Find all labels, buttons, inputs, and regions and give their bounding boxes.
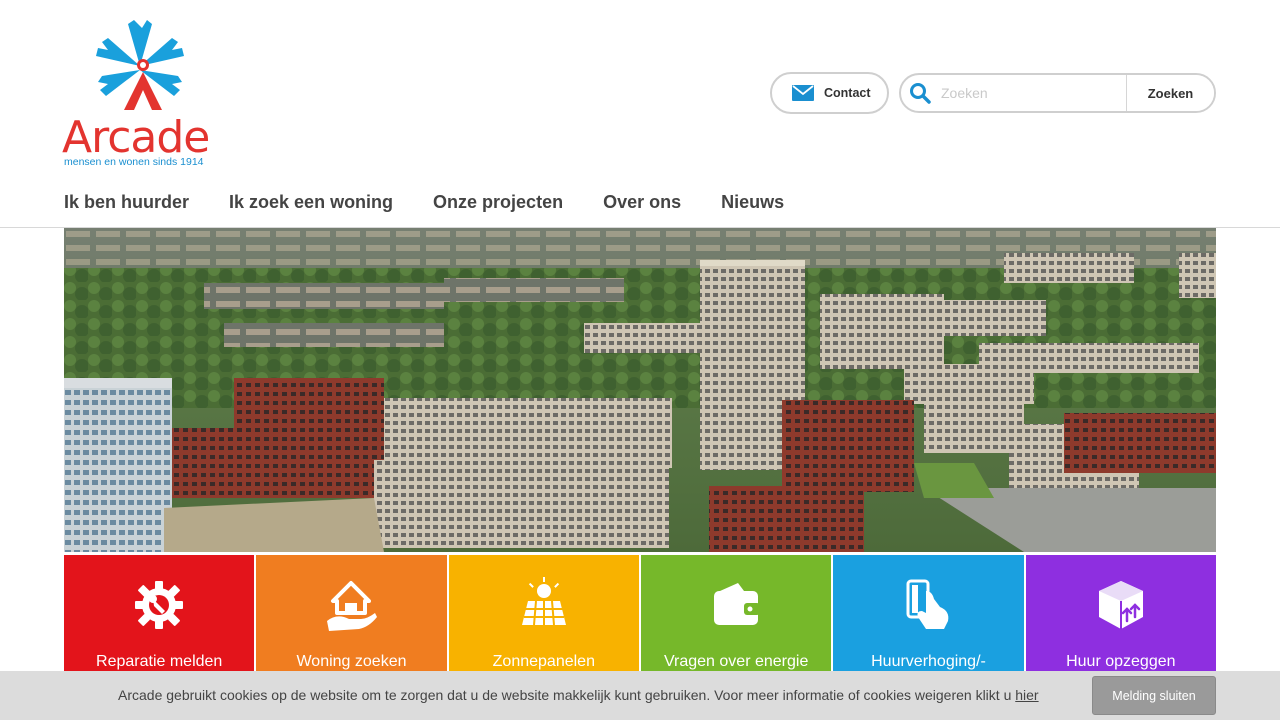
contact-label: Contact (824, 86, 871, 100)
tile-huurverhoging[interactable]: Huurverhoging/- (833, 555, 1024, 685)
cookie-banner: Arcade gebruikt cookies op de website om… (0, 671, 1280, 720)
search-button[interactable]: Zoeken (1126, 75, 1214, 111)
tile-zonnepanelen[interactable]: Zonnepanelen (448, 555, 639, 685)
logo-tagline: mensen en wonen sinds 1914 (64, 156, 204, 168)
tile-reparatie-melden[interactable]: Reparatie melden (64, 555, 255, 685)
nav-item-nieuws[interactable]: Nieuws (721, 192, 784, 213)
logo-figure-icon (96, 20, 184, 110)
tile-label: Zonnepanelen (492, 653, 595, 670)
wrench-gear-icon (135, 581, 184, 629)
cookie-message: Arcade gebruikt cookies op de website om… (118, 687, 1039, 703)
tile-huur-opzeggen[interactable]: Huur opzeggen (1025, 555, 1216, 685)
tile-label: Woning zoeken (296, 653, 407, 670)
hero-cityscape-illustration (64, 228, 1216, 552)
arcade-logo[interactable]: Arcade mensen en wonen sinds 1914 (62, 18, 232, 170)
hero-image (64, 228, 1216, 552)
site-header: Arcade mensen en wonen sinds 1914 Contac… (0, 0, 1280, 228)
cookie-text: Arcade gebruikt cookies op de website om… (118, 687, 1012, 703)
solar-panel-icon (521, 577, 566, 626)
tile-label: Vragen over energie (663, 653, 809, 670)
wallet-icon (714, 583, 761, 625)
tile-label: Huurverhoging/- (871, 653, 986, 670)
nav-item-woning-zoeken[interactable]: Ik zoek een woning (229, 192, 393, 213)
moving-box-icon (1098, 581, 1143, 629)
nav-item-huurder[interactable]: Ik ben huurder (64, 192, 189, 213)
main-nav: Ik ben huurder Ik zoek een woning Onze p… (64, 192, 784, 213)
search-bar: Zoeken (899, 73, 1216, 113)
tile-label: Reparatie melden (96, 653, 223, 670)
envelope-icon (792, 85, 814, 101)
house-in-hand-icon (327, 581, 378, 631)
tile-vragen-over-energie[interactable]: Vragen over energie (640, 555, 832, 685)
cookie-more-info-link[interactable]: hier (1015, 687, 1038, 703)
tile-woning-zoeken[interactable]: Woning zoeken (256, 555, 447, 685)
nav-item-projecten[interactable]: Onze projecten (433, 192, 563, 213)
search-input[interactable] (941, 75, 1126, 111)
card-payment-icon (906, 579, 949, 629)
search-icon (910, 83, 931, 104)
contact-button[interactable]: Contact (770, 72, 889, 114)
tile-label: Huur opzeggen (1066, 653, 1176, 670)
cookie-close-button[interactable]: Melding sluiten (1092, 676, 1216, 715)
nav-item-over-ons[interactable]: Over ons (603, 192, 681, 213)
